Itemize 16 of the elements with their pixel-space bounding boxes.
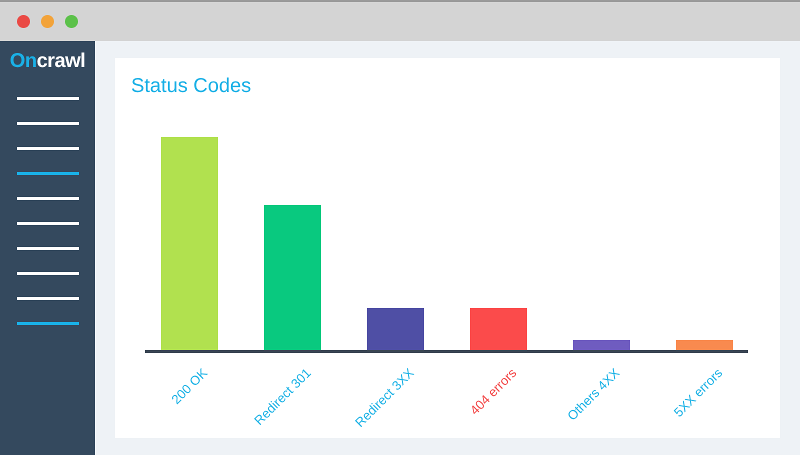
nav-item[interactable] xyxy=(16,222,78,225)
window-control-icon[interactable] xyxy=(65,15,78,28)
nav-item[interactable] xyxy=(16,197,78,200)
bar-label: 200 OK xyxy=(168,364,212,409)
nav-item[interactable] xyxy=(16,247,78,250)
nav-item[interactable] xyxy=(16,322,78,325)
card-title: Status Codes xyxy=(131,74,252,99)
nav-item[interactable] xyxy=(16,122,78,125)
window-control-icon[interactable] xyxy=(41,15,54,28)
logo: Oncrawl xyxy=(10,51,86,71)
window-control-icon[interactable] xyxy=(17,15,30,28)
nav-item[interactable] xyxy=(16,272,78,275)
nav-item[interactable] xyxy=(16,172,78,175)
nav-item[interactable] xyxy=(16,297,78,300)
nav-item[interactable] xyxy=(16,147,78,150)
nav-item[interactable] xyxy=(16,97,78,100)
